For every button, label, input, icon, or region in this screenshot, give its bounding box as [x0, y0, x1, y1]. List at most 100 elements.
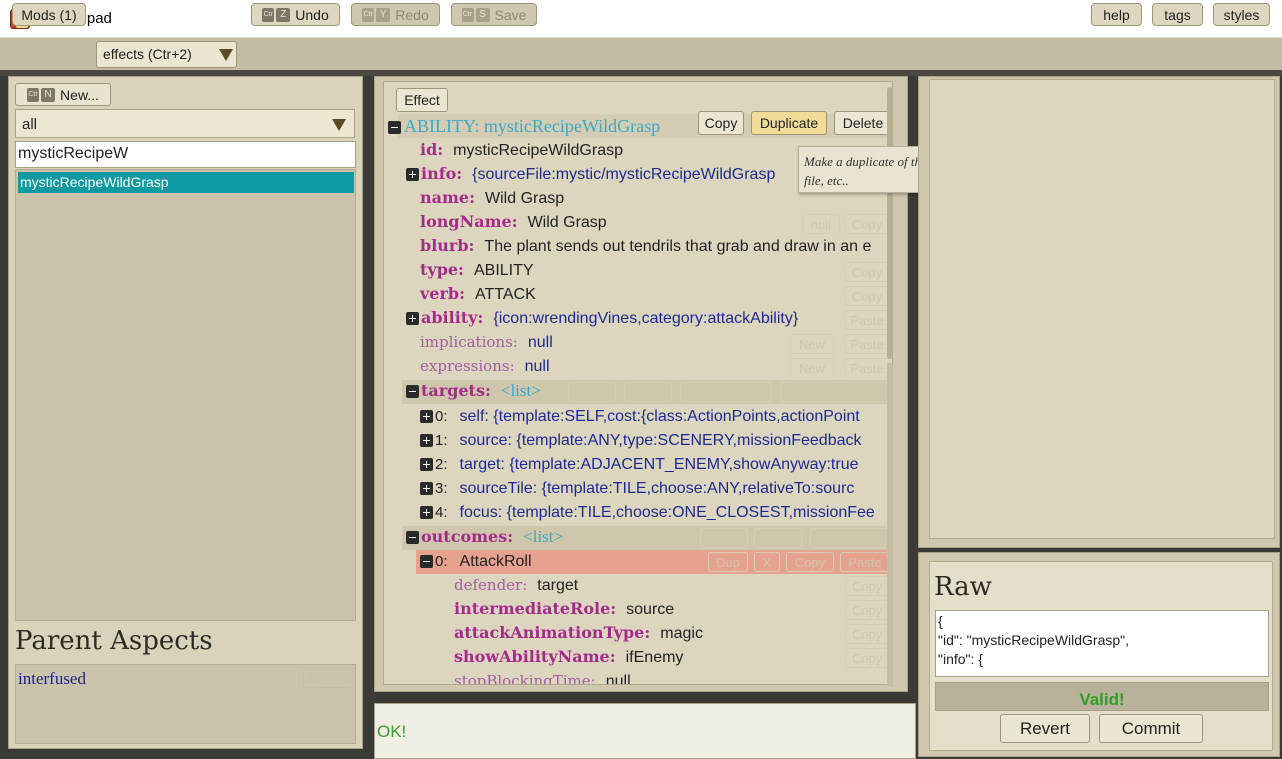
- copy-field-button[interactable]: Copy: [844, 648, 890, 668]
- raw-panel: Raw { "id": "mysticRecipeWildGrasp", "in…: [918, 552, 1280, 757]
- copy-field-button[interactable]: Copy: [844, 214, 890, 234]
- duplicate-button[interactable]: Duplicate: [751, 111, 827, 135]
- new-button[interactable]: Ctr N New...: [15, 83, 111, 106]
- remove-button[interactable]: X: [754, 552, 780, 572]
- revert-button[interactable]: Revert: [1000, 714, 1090, 743]
- filter-value: all: [22, 116, 38, 133]
- item-value[interactable]: sourceTile: {template:TILE,choose:ANY,re…: [460, 480, 855, 497]
- parent-item[interactable]: interfused: [18, 669, 86, 689]
- paste-field-button[interactable]: Paste: [844, 334, 890, 354]
- collapse-icon[interactable]: [388, 121, 401, 134]
- field-value[interactable]: null: [528, 334, 553, 351]
- copy-field-button[interactable]: Copy: [844, 624, 890, 644]
- list-type: <list>: [523, 527, 564, 546]
- field-value[interactable]: null: [525, 358, 550, 375]
- filter-select[interactable]: all: [15, 109, 355, 138]
- collapse-icon[interactable]: [420, 555, 433, 568]
- delete-button[interactable]: Delete: [834, 111, 892, 135]
- styles-button[interactable]: styles: [1213, 3, 1270, 26]
- field-value[interactable]: {sourceFile:mystic/mysticRecipeWildGrasp: [472, 166, 775, 183]
- scroll-track[interactable]: [887, 363, 893, 687]
- commit-button[interactable]: Commit: [1099, 714, 1203, 743]
- expand-icon[interactable]: [420, 410, 433, 423]
- field-value[interactable]: ABILITY: [474, 262, 534, 279]
- field-outcomes: outcomes: <list>: [406, 527, 563, 551]
- copy-list-button[interactable]: Copy: [568, 382, 616, 402]
- field-value[interactable]: mysticRecipeWildGrasp: [453, 142, 623, 159]
- raw-title: Raw: [934, 572, 992, 602]
- copy-button[interactable]: Copy: [698, 111, 744, 135]
- field-value[interactable]: The plant sends out tendrils that grab a…: [484, 238, 871, 255]
- field-value[interactable]: ifEnemy: [626, 649, 684, 666]
- expand-icon[interactable]: [420, 506, 433, 519]
- collapse-icon[interactable]: [406, 531, 419, 544]
- new-field-button[interactable]: New: [790, 358, 834, 378]
- expand-icon[interactable]: [420, 434, 433, 447]
- new-entry-button[interactable]: New Entry: [810, 528, 890, 548]
- field-key: info:: [421, 164, 463, 183]
- copy-list-button[interactable]: Copy: [700, 528, 748, 548]
- field-key: outcomes:: [421, 527, 514, 546]
- expand-icon[interactable]: [420, 482, 433, 495]
- parent-aspects-title: Parent Aspects: [15, 626, 213, 656]
- field-value[interactable]: ATTACK: [475, 286, 536, 303]
- expand-icon[interactable]: [406, 168, 419, 181]
- effect-button[interactable]: Effect: [396, 88, 448, 112]
- collapse-icon[interactable]: [406, 385, 419, 398]
- target-item: 2: target: {template:ADJACENT_ENEMY,showA…: [420, 454, 859, 478]
- raw-json-textarea[interactable]: { "id": "mysticRecipeWildGrasp", "info":…: [935, 610, 1269, 677]
- paste-field-button[interactable]: Paste: [844, 310, 890, 330]
- new-field-button[interactable]: New: [790, 334, 834, 354]
- field-value[interactable]: magic: [660, 625, 703, 642]
- field-value[interactable]: null: [606, 673, 631, 684]
- paste-list-button[interactable]: Paste: [624, 382, 672, 402]
- expand-icon[interactable]: [406, 312, 419, 325]
- field-key: showAbilityName:: [454, 647, 616, 666]
- triangle-down-icon: [219, 49, 233, 61]
- scroll-thumb[interactable]: [887, 87, 893, 359]
- paste-field-button[interactable]: Paste: [844, 358, 890, 378]
- mode-select[interactable]: effects (Ctr+2): [96, 41, 237, 68]
- outcome-prop: showAbilityName: ifEnemy: [454, 647, 683, 671]
- save-button[interactable]: Ctr S Save: [451, 3, 537, 26]
- new-target-button[interactable]: New Target: [680, 382, 772, 402]
- dup-button[interactable]: Dup: [708, 552, 748, 572]
- field-key: verb:: [420, 284, 465, 303]
- item-value[interactable]: self: {template:SELF,cost:{class:ActionP…: [460, 408, 860, 425]
- field-value[interactable]: target: [537, 577, 578, 594]
- field-ability: ability: {icon:wrendingVines,category:att…: [406, 308, 798, 332]
- mods-button[interactable]: Mods (1): [12, 3, 86, 26]
- unlink-button[interactable]: Unlink: [303, 668, 353, 688]
- copy-field-button[interactable]: Copy: [844, 262, 890, 282]
- tags-button[interactable]: tags: [1152, 3, 1203, 26]
- item-value[interactable]: AttackRoll: [460, 553, 532, 570]
- paste-field-button[interactable]: Paste: [840, 552, 890, 572]
- copy-field-button[interactable]: Copy: [844, 576, 890, 596]
- field-value[interactable]: source: [626, 601, 674, 618]
- ability-header[interactable]: ABILITY: mysticRecipeWildGrasp: [388, 116, 660, 137]
- redo-button[interactable]: Ctr Y Redo: [351, 3, 440, 26]
- item-value[interactable]: target: {template:ADJACENT_ENEMY,showAny…: [460, 456, 859, 473]
- target-item: 0: self: {template:SELF,cost:{class:Actio…: [420, 406, 860, 430]
- expand-icon[interactable]: [420, 458, 433, 471]
- outcome-prop: intermediateRole: source: [454, 599, 674, 623]
- field-value[interactable]: Wild Grasp: [528, 214, 607, 231]
- copy-field-button[interactable]: Copy: [844, 286, 890, 306]
- copy-field-button[interactable]: Copy: [786, 552, 834, 572]
- undo-button[interactable]: Ctr Z Undo: [251, 3, 340, 26]
- list-item[interactable]: mysticRecipeWildGrasp: [18, 172, 354, 193]
- ability-type: ABILITY:: [404, 116, 480, 136]
- item-value[interactable]: focus: {template:TILE,choose:ONE_CLOSEST…: [460, 504, 875, 521]
- paste-list-button[interactable]: Paste: [754, 528, 802, 548]
- field-key: id:: [420, 140, 444, 159]
- help-button[interactable]: help: [1091, 3, 1142, 26]
- copy-field-button[interactable]: Copy: [844, 600, 890, 620]
- new-story-role-button[interactable]: New Story Role: [780, 382, 890, 402]
- field-key: implications:: [420, 333, 518, 351]
- mode-select-value: effects (Ctr+2): [103, 46, 192, 62]
- null-button[interactable]: null: [802, 214, 840, 234]
- field-value[interactable]: Wild Grasp: [485, 190, 564, 207]
- search-input[interactable]: mysticRecipeW: [15, 141, 356, 168]
- field-value[interactable]: {icon:wrendingVines,category:attackAbili…: [493, 310, 798, 327]
- item-value[interactable]: source: {template:ANY,type:SCENERY,missi…: [460, 432, 862, 449]
